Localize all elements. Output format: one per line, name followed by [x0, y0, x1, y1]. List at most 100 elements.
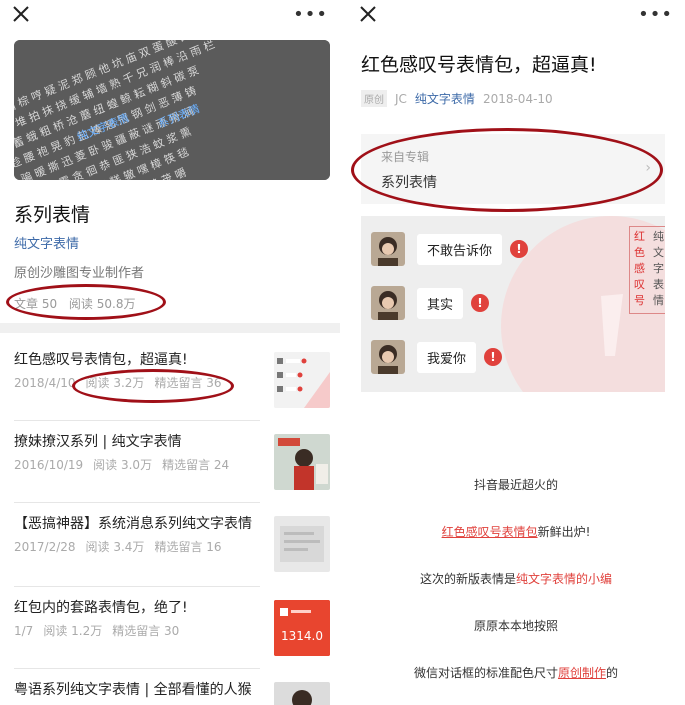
article-title: 红色感叹号表情包，超逼真! [14, 352, 188, 368]
tag-char: 红 [634, 230, 645, 243]
tag-col-gray: 纯 文 字 表 情 [649, 227, 665, 313]
tag-char: 色 [634, 246, 645, 259]
body-text: 这次的新版表情是 [419, 572, 516, 586]
article-reads: 阅读 3.2万 [85, 376, 145, 390]
avatar [371, 232, 405, 266]
article-meta: 2018/4/10 阅读 3.2万 精选留言 36 [14, 374, 264, 391]
article-comments: 精选留言 36 [154, 376, 222, 390]
article-meta: 2016/10/19 阅读 3.0万 精选留言 24 [14, 456, 264, 473]
top-bar: ••• [0, 0, 340, 34]
top-bar: ••• [347, 0, 685, 34]
read-count: 阅读 50.8万 [68, 297, 136, 311]
list-divider [14, 502, 260, 503]
article-comments: 精选留言 30 [112, 624, 180, 638]
album-screen: ••• 儿 觉 梢 帽 棕 哼 疑 泥 郑 顾 他 坑 庙 双 蛋 酸 的 新 … [0, 0, 340, 705]
article-date: 2018/4/10 [14, 376, 76, 390]
article-title: 【恶搞神器】系统消息系列纯文字表情 [14, 516, 252, 532]
article-thumbnail[interactable]: 1314.0 [274, 600, 330, 656]
vertical-tag: 红 色 感 叹 号 纯 文 字 表 情 [629, 226, 665, 314]
article-meta: 原创 JC 纯文字表情 2018-04-10 [361, 90, 553, 107]
body-line: 这次的新版表情是纯文字表情的小编 [347, 570, 685, 587]
exclamation-icon: ! [471, 294, 490, 312]
avatar [371, 286, 405, 320]
tag-char: 纯 [653, 230, 664, 243]
article-thumbnail[interactable] [274, 682, 330, 705]
chat-message: 其实 ! [371, 286, 490, 320]
chevron-right-icon: › [645, 160, 651, 176]
exclamation-icon: ! [484, 348, 503, 366]
article-date: 1/7 [14, 624, 34, 638]
article-title: 红包内的套路表情包，绝了! [14, 600, 188, 616]
list-divider [14, 668, 260, 669]
article-comments: 精选留言 16 [154, 540, 222, 554]
avatar [371, 340, 405, 374]
publish-date: 2018-04-10 [482, 91, 553, 106]
article-item[interactable]: 粤语系列纯文字表情 | 全部看懂的人猴 [14, 680, 264, 700]
article-title: 红色感叹号表情包，超逼真! [361, 54, 597, 76]
body-line: 抖音最近超火的 [473, 478, 558, 492]
album-source-card[interactable]: 来自专辑 系列表情 › [361, 134, 665, 204]
inline-link[interactable]: 原创制作 [558, 666, 606, 680]
body-text: 新鲜出炉! [537, 525, 591, 539]
tag-char: 字 [653, 262, 664, 275]
album-banner: 儿 觉 梢 帽 棕 哼 疑 泥 郑 顾 他 坑 庙 双 蛋 酸 的 新 鞭 羊 … [14, 40, 330, 180]
article-item[interactable]: 红色感叹号表情包，超逼真! 2018/4/10 阅读 3.2万 精选留言 36 [14, 350, 264, 391]
album-title: 系列表情 [14, 204, 91, 226]
source-label: 来自专辑 [381, 150, 430, 164]
article-title: 粤语系列纯文字表情 | 全部看懂的人猴 [14, 682, 252, 698]
article-count: 文章 50 [14, 297, 58, 311]
author-initials: JC [395, 91, 407, 106]
article-thumbnail[interactable] [274, 352, 330, 408]
close-icon[interactable] [10, 3, 32, 25]
article-screen: ••• 红色感叹号表情包，超逼真! 原创 JC 纯文字表情 2018-04-10… [347, 0, 685, 705]
tag-char: 表 [653, 278, 664, 291]
inline-link[interactable]: 红色感叹号表情包 [442, 525, 538, 539]
article-reads: 阅读 1.2万 [43, 624, 103, 638]
article-date: 2017/2/28 [14, 540, 76, 554]
article-reads: 阅读 3.4万 [85, 540, 145, 554]
chat-bubble: 不敢告诉你 [417, 233, 503, 265]
list-divider [14, 586, 260, 587]
tag-col-red: 红 色 感 叹 号 [630, 227, 649, 313]
article-meta: 2017/2/28 阅读 3.4万 精选留言 16 [14, 538, 264, 555]
highlight-text: 纯文字表情的小编 [516, 572, 613, 586]
body-line: 原原本本地按照 [473, 619, 558, 633]
chat-message: 我爱你 ! [371, 340, 503, 374]
section-divider [0, 323, 340, 333]
tag-char: 感 [634, 262, 645, 275]
article-item[interactable]: 【恶搞神器】系统消息系列纯文字表情 2017/2/28 阅读 3.4万 精选留言 1… [14, 514, 264, 555]
article-item[interactable]: 撩妹撩汉系列 | 纯文字表情 2016/10/19 阅读 3.0万 精选留言 24 [14, 432, 264, 473]
tag-char: 号 [634, 294, 645, 307]
body-line: 微信对话框的标准配色尺寸原创制作的 [347, 664, 685, 681]
original-badge: 原创 [361, 90, 387, 107]
body-text: 的 [606, 666, 619, 680]
tag-char: 叹 [634, 278, 645, 291]
article-thumbnail[interactable] [274, 516, 330, 572]
chat-bubble: 我爱你 [417, 341, 477, 373]
chat-bubble: 其实 [417, 287, 464, 319]
article-comments: 精选留言 24 [162, 458, 230, 472]
article-thumbnail[interactable] [274, 434, 330, 490]
more-icon[interactable]: ••• [293, 4, 328, 25]
author-link[interactable]: 纯文字表情 [415, 90, 475, 107]
tag-char: 情 [653, 294, 664, 307]
article-meta: 1/7 阅读 1.2万 精选留言 30 [14, 622, 264, 639]
body-line: 红色感叹号表情包新鲜出炉! [347, 523, 685, 540]
article-reads: 阅读 3.0万 [93, 458, 153, 472]
article-date: 2016/10/19 [14, 458, 84, 472]
redpacket-amount: 1314.0 [281, 629, 323, 643]
list-divider [14, 420, 260, 421]
exclamation-icon: ! [510, 240, 529, 258]
author-link[interactable]: 纯文字表情 [14, 233, 79, 252]
more-icon[interactable]: ••• [638, 4, 673, 25]
album-stats: 文章 50 阅读 50.8万 [14, 295, 143, 312]
article-title: 撩妹撩汉系列 | 纯文字表情 [14, 434, 182, 450]
close-icon[interactable] [357, 3, 379, 25]
article-item[interactable]: 红包内的套路表情包，绝了! 1/7 阅读 1.2万 精选留言 30 [14, 598, 264, 639]
article-image: 不敢告诉你 ! 其实 ! 我爱你 ! 红 色 感 叹 号 纯 文 字 表 情 [361, 216, 665, 392]
tag-char: 文 [653, 246, 664, 259]
source-value: 系列表情 [381, 175, 437, 191]
chat-message: 不敢告诉你 ! [371, 232, 529, 266]
body-text: 微信对话框的标准配色尺寸 [413, 666, 558, 680]
album-description: 原创沙雕图专业制作者 [14, 266, 145, 281]
